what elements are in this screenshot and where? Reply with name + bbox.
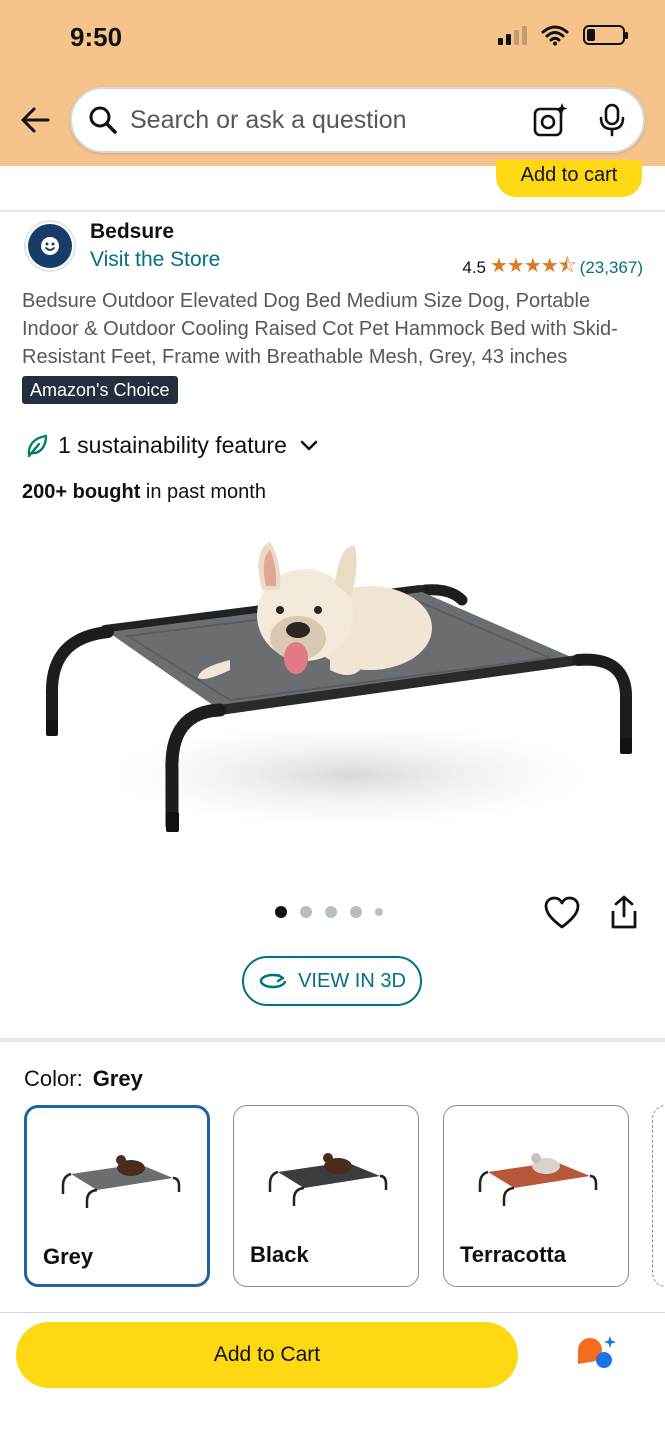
rating-value: 4.5 <box>462 258 486 277</box>
back-arrow-icon[interactable] <box>16 100 56 140</box>
chevron-down-icon <box>300 440 318 450</box>
swatch-label: Grey <box>43 1244 94 1269</box>
leaf-icon <box>27 434 48 457</box>
header: 9:50 Search or ask a question <box>0 0 665 166</box>
visit-store-link[interactable]: Visit the Store <box>90 248 220 272</box>
bought-count: 200+ bought <box>22 481 141 503</box>
pagination-dot[interactable] <box>375 908 383 916</box>
color-selector-label: Color: Grey <box>24 1066 143 1092</box>
color-option-more[interactable] <box>652 1105 665 1287</box>
color-option-terracotta[interactable]: Terracotta <box>443 1105 629 1287</box>
search-icon <box>89 106 117 134</box>
pagination-dot[interactable] <box>275 906 287 918</box>
color-option-black[interactable]: Black <box>233 1105 419 1287</box>
view-in-3d-label: VIEW IN 3D <box>298 969 406 992</box>
color-option-grey[interactable]: Grey <box>24 1105 210 1287</box>
sticky-add-to-cart-button[interactable]: Add to cart <box>496 160 642 197</box>
mic-icon[interactable] <box>597 103 627 137</box>
sustainability-feature[interactable]: 1 sustainability feature <box>24 432 319 459</box>
product-image[interactable] <box>30 520 640 850</box>
selected-color: Grey <box>92 1066 143 1091</box>
swatch-thumbnail <box>268 1153 388 1206</box>
bedsure-logo-icon <box>41 237 59 255</box>
wifi-icon <box>541 25 569 46</box>
brand-name: Bedsure <box>90 220 175 243</box>
image-pagination[interactable] <box>275 906 383 918</box>
rotate-3d-icon <box>259 973 287 989</box>
swatch-label: Terracotta <box>460 1242 566 1267</box>
heart-icon[interactable] <box>544 896 580 930</box>
pagination-dot[interactable] <box>350 906 362 918</box>
product-title: Bedsure Outdoor Elevated Dog Bed Medium … <box>22 290 618 368</box>
search-bar[interactable]: Search or ask a question <box>70 87 645 153</box>
review-count[interactable]: (23,367) <box>580 258 643 278</box>
view-in-3d-button[interactable]: VIEW IN 3D <box>242 956 422 1006</box>
pagination-dot[interactable] <box>325 906 337 918</box>
star-rating-icon: ★★★★⯪ <box>490 255 577 277</box>
share-icon[interactable] <box>608 894 640 930</box>
assistant-icon[interactable] <box>574 1334 616 1370</box>
bought-in-past-month: 200+ bought in past month <box>22 481 266 504</box>
sustainability-label: 1 sustainability feature <box>58 432 287 458</box>
swatch-thumbnail <box>478 1153 598 1206</box>
search-input[interactable]: Search or ask a question <box>130 106 531 135</box>
brand-logo[interactable] <box>24 220 76 272</box>
camera-lens-icon[interactable] <box>531 101 569 139</box>
battery-icon <box>583 25 628 45</box>
status-time: 9:50 <box>70 22 123 52</box>
section-divider <box>0 1038 665 1042</box>
cellular-signal-icon <box>498 25 527 45</box>
add-to-cart-button[interactable]: Add to Cart <box>16 1322 518 1388</box>
rating-summary[interactable]: 4.5 ★★★★⯪ (23,367) <box>462 251 643 285</box>
status-icons <box>498 24 628 46</box>
bottom-divider <box>0 1312 665 1313</box>
swatch-label: Black <box>250 1242 309 1267</box>
swatch-thumbnail <box>61 1155 181 1208</box>
amazons-choice-badge: Amazon's Choice <box>22 376 178 404</box>
divider <box>0 210 665 212</box>
color-label-text: Color: <box>24 1066 83 1091</box>
pagination-dot[interactable] <box>300 906 312 918</box>
bought-suffix: in past month <box>140 481 266 503</box>
